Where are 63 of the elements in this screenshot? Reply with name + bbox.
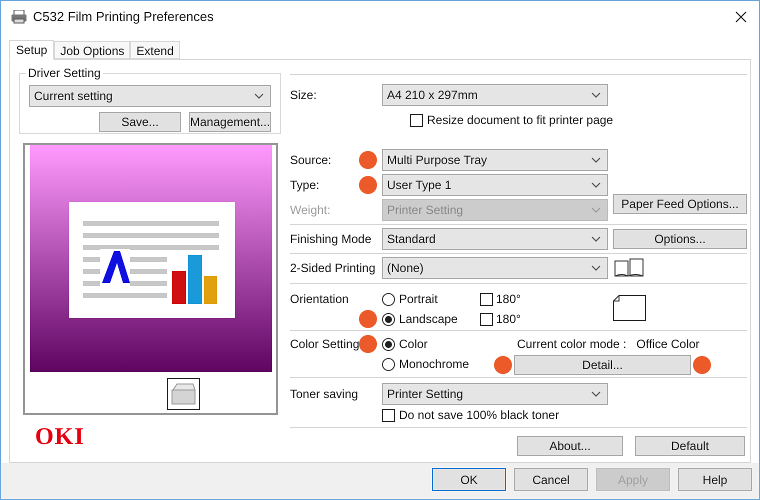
radio-button[interactable] (382, 338, 395, 350)
chevron-icon (254, 93, 264, 99)
checkbox[interactable] (480, 312, 493, 326)
chevron-icon (591, 236, 601, 242)
dropdown[interactable]: User Type 1 (382, 174, 608, 196)
tab[interactable]: Job Options (54, 41, 130, 59)
dropdown[interactable]: A4 210 x 297mm (382, 84, 608, 106)
radio-label: Landscape (399, 311, 458, 328)
radio-button[interactable] (382, 358, 395, 370)
dropdown[interactable]: Multi Purpose Tray (382, 149, 608, 171)
field-label: Weight: (290, 202, 330, 219)
chevron-icon (591, 265, 601, 271)
field-label: Type: (290, 177, 320, 194)
logo: OKI (35, 425, 85, 449)
checkbox-label: Resize document to fit printer page (427, 112, 614, 129)
field-label: Finishing Mode (290, 231, 372, 248)
chevron-icon (591, 391, 601, 397)
button[interactable]: Paper Feed Options... (613, 194, 747, 214)
button[interactable]: Cancel (514, 468, 588, 491)
group-label: Driver Setting (27, 65, 102, 82)
field-label: 2-Sided Printing (290, 260, 376, 277)
field-value: Office Color (636, 336, 700, 353)
field-label: Source: (290, 152, 332, 169)
close-icon (735, 11, 747, 23)
radio-label: Monochrome (399, 356, 470, 373)
dropdown[interactable]: (None) (382, 257, 608, 279)
chevron-icon (591, 92, 601, 98)
button[interactable]: Default (635, 436, 745, 456)
button[interactable]: About... (517, 436, 623, 456)
dropdown[interactable]: Current setting (29, 85, 271, 107)
tab[interactable]: Setup (9, 40, 54, 60)
printer-icon (167, 378, 200, 410)
field-label: Color Setting (290, 336, 360, 353)
checkbox[interactable] (410, 114, 423, 126)
button[interactable]: Help (678, 468, 752, 491)
field-label: Current color mode : (517, 336, 626, 353)
chevron-icon (591, 157, 601, 163)
chevron-icon (591, 207, 601, 213)
button[interactable]: Detail... (514, 355, 691, 375)
field-label: Size: (290, 87, 317, 104)
field-label: Toner saving (290, 386, 358, 403)
button[interactable]: Management... (189, 112, 271, 132)
radio-label: Portrait (399, 291, 438, 308)
button[interactable]: Options... (613, 229, 747, 249)
radio-button[interactable] (382, 312, 395, 326)
checkbox-label: 180° (496, 291, 521, 308)
printer-icon (11, 10, 27, 24)
radio-button[interactable] (382, 292, 395, 306)
checkbox-label: 180° (496, 311, 521, 328)
book-icon (614, 258, 644, 278)
dropdown[interactable]: Standard (382, 228, 608, 250)
button[interactable]: Save... (99, 112, 181, 132)
window-title: C532 Film Printing Preferences (33, 8, 215, 26)
field-label: Orientation (290, 291, 349, 308)
checkbox-label: Do not save 100% black toner (399, 407, 560, 424)
page-icon (613, 295, 646, 321)
button[interactable]: OK (432, 468, 506, 491)
radio-label: Color (399, 336, 428, 353)
dropdown[interactable]: Printer Setting (382, 383, 608, 405)
chevron-icon (591, 182, 601, 188)
checkbox[interactable] (382, 408, 395, 422)
checkbox[interactable] (480, 292, 493, 306)
tab[interactable]: Extend (130, 41, 180, 59)
